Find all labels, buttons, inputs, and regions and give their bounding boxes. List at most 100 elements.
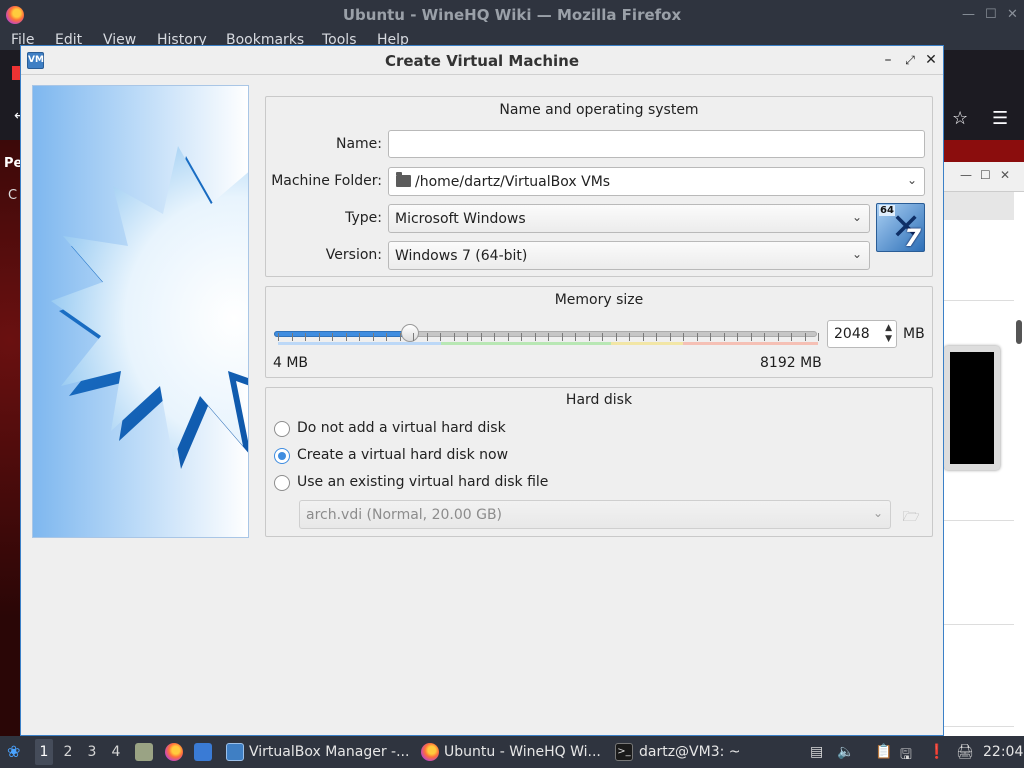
memory-size-group-title: Memory size xyxy=(554,292,644,308)
memory-zone-safe xyxy=(441,342,611,345)
file-manager-icon[interactable] xyxy=(135,743,153,761)
firefox-window-title: Ubuntu - WineHQ Wiki — Mozilla Firefox xyxy=(342,6,682,24)
starburst-graphic xyxy=(51,146,248,469)
chevron-down-icon: ⌄ xyxy=(906,173,917,187)
memory-slider-ticks xyxy=(278,333,819,347)
memory-zone-warning xyxy=(611,342,683,345)
close-icon[interactable]: ✕ xyxy=(1007,7,1018,22)
divider xyxy=(944,520,1014,521)
slider-tick xyxy=(778,333,779,341)
slider-tick xyxy=(818,333,819,341)
workspace-4[interactable]: 4 xyxy=(107,744,125,760)
clipboard-icon[interactable]: ▤ xyxy=(810,744,823,760)
slider-tick xyxy=(737,333,738,341)
bookmark-star-icon[interactable]: ☆ xyxy=(952,108,968,129)
task-firefox-window[interactable]: Ubuntu - WineHQ Wi... xyxy=(444,744,601,760)
inner-close-icon[interactable]: ✕ xyxy=(1000,168,1010,182)
slider-tick xyxy=(454,333,455,341)
divider xyxy=(944,624,1014,625)
slider-tick xyxy=(346,333,347,341)
dialog-minimize-icon[interactable]: – xyxy=(879,50,897,70)
name-label: Name: xyxy=(335,136,382,152)
firefox-launcher-icon[interactable] xyxy=(165,743,183,761)
slider-tick xyxy=(278,333,279,341)
spin-down-icon[interactable]: ▼ xyxy=(885,334,892,344)
inner-maximize-icon[interactable]: ☐ xyxy=(980,168,991,182)
workspace-2[interactable]: 2 xyxy=(59,744,77,760)
dialog-title: Create Virtual Machine xyxy=(384,52,580,70)
radio-button[interactable] xyxy=(274,448,290,464)
radio-button[interactable] xyxy=(274,421,290,437)
divider xyxy=(944,300,1014,301)
slider-tick xyxy=(400,333,401,341)
os-version-value: Windows 7 (64-bit) xyxy=(395,248,528,264)
slider-tick xyxy=(575,333,576,341)
radio-create-disk-label: Create a virtual hard disk now xyxy=(297,447,509,463)
chevron-down-icon: ⌄ xyxy=(872,506,883,520)
page-gray-band xyxy=(944,192,1014,220)
os-badge-bits: 64 xyxy=(879,205,895,216)
radio-existing-disk-label: Use an existing virtual hard disk file xyxy=(297,474,549,490)
existing-disk-select: arch.vdi (Normal, 20.00 GB) ⌄ xyxy=(299,500,891,529)
os-version-select[interactable]: Windows 7 (64-bit) ⌄ xyxy=(388,241,870,270)
volume-icon[interactable]: 🔈 xyxy=(837,744,854,760)
divider xyxy=(944,726,1014,727)
memory-unit-label: MB xyxy=(903,326,925,342)
slider-tick xyxy=(751,333,752,341)
workspace-1[interactable]: 1 xyxy=(35,739,53,765)
page-red-strip xyxy=(944,140,1024,162)
slider-tick xyxy=(386,333,387,341)
desktop-icon[interactable] xyxy=(194,743,212,761)
slider-tick xyxy=(440,333,441,341)
clock: 22:04 xyxy=(983,744,1024,760)
workspace-3[interactable]: 3 xyxy=(83,744,101,760)
notes-icon[interactable]: 📋 xyxy=(875,744,892,760)
screenshot-thumbnail xyxy=(944,346,1000,470)
maximize-icon[interactable]: ☐ xyxy=(985,7,997,22)
minimize-icon[interactable]: — xyxy=(962,7,975,22)
task-virtualbox-manager[interactable]: VirtualBox Manager -... xyxy=(249,744,409,760)
vm-name-input[interactable] xyxy=(388,130,925,158)
radio-no-disk-label: Do not add a virtual hard disk xyxy=(297,420,506,436)
chevron-down-icon: ⌄ xyxy=(851,210,862,224)
firefox-task-icon xyxy=(421,743,439,761)
updates-icon[interactable]: ❗ xyxy=(928,744,945,760)
hamburger-menu-icon[interactable]: ☰ xyxy=(992,108,1008,129)
task-terminal[interactable]: dartz@VM3: ~ xyxy=(639,744,741,760)
machine-folder-value: /home/dartz/VirtualBox VMs xyxy=(415,174,611,190)
page-text-fragment: C xyxy=(8,188,18,203)
slider-tick xyxy=(710,333,711,341)
os-badge-version: 7 xyxy=(904,224,921,252)
printer-icon[interactable]: 🖨 xyxy=(956,744,974,760)
network-icon[interactable]: 🖫 xyxy=(900,744,912,768)
firefox-page-left-peek: Pe C xyxy=(0,140,22,736)
slider-tick xyxy=(467,333,468,341)
inner-minimize-icon[interactable]: — xyxy=(960,168,972,182)
slider-tick xyxy=(724,333,725,341)
terminal-task-icon: >_ xyxy=(615,743,633,761)
name-os-group-title: Name and operating system xyxy=(499,102,699,118)
memory-spinbox[interactable]: 2048 ▲ ▼ xyxy=(827,320,897,348)
slider-tick xyxy=(359,333,360,341)
inner-window-bar: — ☐ ✕ xyxy=(944,162,1024,192)
spin-up-icon[interactable]: ▲ xyxy=(885,323,892,333)
slider-tick xyxy=(508,333,509,341)
dialog-titlebar: VM Create Virtual Machine – ⤢ ✕ xyxy=(21,46,943,75)
slider-tick xyxy=(373,333,374,341)
slider-tick xyxy=(683,333,684,341)
dialog-maximize-icon[interactable]: ⤢ xyxy=(901,50,919,70)
slider-tick xyxy=(805,333,806,341)
start-menu-icon[interactable]: ❀ xyxy=(7,742,20,761)
os-type-select[interactable]: Microsoft Windows ⌄ xyxy=(388,204,870,233)
radio-button[interactable] xyxy=(274,475,290,491)
taskbar: ❀ 1 2 3 4 VirtualBox Manager -... Ubuntu… xyxy=(0,736,1024,768)
dialog-close-icon[interactable]: ✕ xyxy=(922,50,940,70)
machine-folder-combo[interactable]: /home/dartz/VirtualBox VMs ⌄ xyxy=(388,167,925,196)
slider-tick xyxy=(589,333,590,341)
slider-tick xyxy=(521,333,522,341)
slider-tick xyxy=(413,333,414,341)
type-label: Type: xyxy=(345,210,382,226)
slider-tick xyxy=(427,333,428,341)
windows7-64-os-icon: ✕ 64 7 xyxy=(876,203,925,252)
page-scrollbar-thumb[interactable] xyxy=(1016,320,1022,344)
